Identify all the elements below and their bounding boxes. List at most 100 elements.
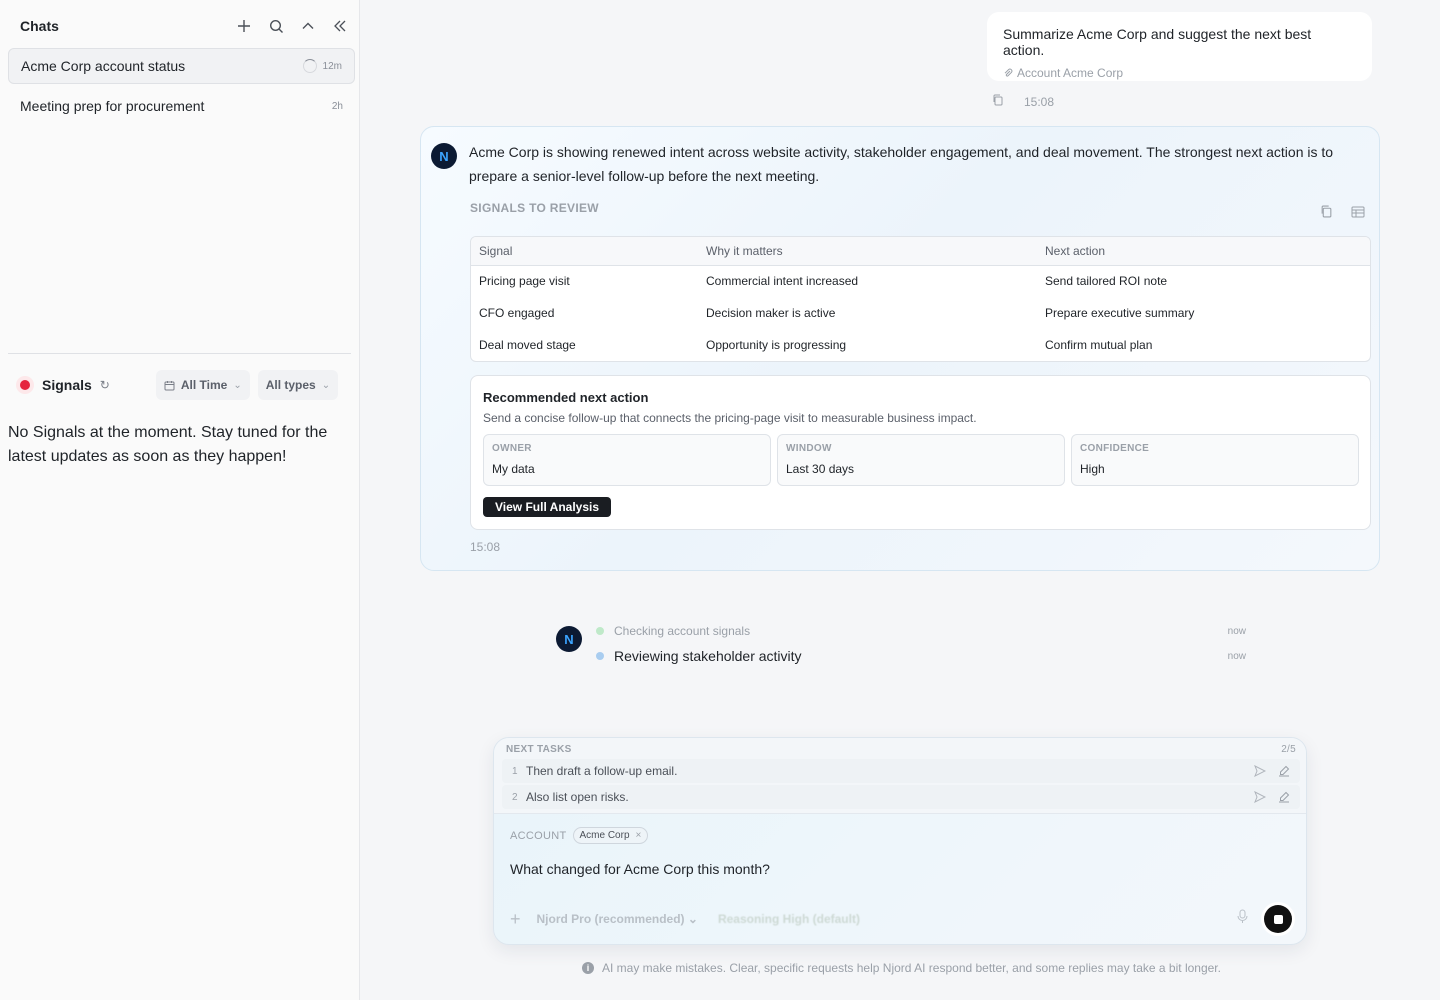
task-number: 1 [512,765,518,777]
chat-item-label: Meeting prep for procurement [20,98,205,114]
table-cell: Opportunity is progressing [706,338,847,352]
task-tools [1254,765,1290,777]
stop-button[interactable] [1264,905,1292,933]
signals-table: Signal Why it matters Next action Pricin… [470,236,1371,362]
user-message: Summarize Acme Corp and suggest the next… [987,12,1372,81]
reasoning-label: Reasoning High (default) [717,912,860,926]
copy-icon[interactable] [992,94,1004,109]
confidence-box: CONFIDENCE High [1071,434,1359,486]
account-chip-label: Acme Corp [579,830,630,841]
chevron-down-icon: ⌄ [687,912,698,926]
table-cell: Decision maker is active [706,306,836,320]
table-cell: Confirm mutual plan [1045,338,1153,352]
chat-main: Summarize Acme Corp and suggest the next… [360,0,1440,1000]
task-item[interactable]: 1 Then draft a follow-up email. [502,759,1300,783]
send-icon[interactable] [1254,791,1266,803]
chevron-down-icon: ⌄ [321,379,331,391]
time-filter-dropdown[interactable]: All Time ⌄ [155,370,250,400]
type-filter-dropdown[interactable]: All types ⌄ [257,370,339,400]
copy-icon[interactable] [1320,205,1333,223]
signals-section-label: SIGNALS TO REVIEW [470,201,599,215]
next-tasks-count: 2/5 [1281,744,1296,755]
microphone-icon[interactable] [1237,909,1248,929]
progress-step: Checking account signals now [596,624,1246,638]
signals-header: Signals ↻ All Time ⌄ All types ⌄ [8,368,351,402]
model-selector[interactable]: Njord Pro (recommended) ⌄ [537,912,698,926]
progress-step-time: now [1227,650,1246,662]
window-label: WINDOW [786,443,832,454]
user-message-meta: 15:08 [992,94,1054,109]
assistant-avatar: N [556,626,582,652]
table-cell: Prepare executive summary [1045,306,1195,320]
table-header-row: Signal Why it matters Next action [471,237,1370,266]
edit-icon[interactable] [1278,765,1290,777]
column-header: Next action [1037,237,1370,266]
table-view-icon[interactable] [1351,205,1365,223]
assistant-avatar: N [431,143,457,169]
step-dot-icon [596,627,604,635]
recommendation-card: Recommended next action Send a concise f… [470,375,1371,530]
signals-status-icon [16,376,34,394]
info-icon: i [582,962,594,974]
model-label: Njord Pro (recommended) [536,912,685,926]
new-chat-icon[interactable] [235,17,253,35]
search-icon[interactable] [267,17,285,35]
chats-actions [235,17,355,35]
next-tasks-panel: NEXT TASKS 2/5 1 Then draft a follow-up … [494,738,1306,814]
signals-empty-message: No Signals at the moment. Stay tuned for… [8,424,328,465]
reasoning-selector[interactable]: Reasoning High (default) [718,912,860,926]
chats-header: Chats [20,16,355,36]
confidence-label: CONFIDENCE [1080,443,1150,454]
owner-label: OWNER [492,443,532,454]
time-filter-label: All Time [180,378,228,392]
view-full-analysis-button[interactable]: View Full Analysis [483,497,612,517]
chat-item-time: 2h [331,100,343,112]
next-tasks-header: NEXT TASKS 2/5 [506,744,1296,755]
progress-step: Reviewing stakeholder activity now [596,648,1246,664]
add-icon[interactable]: + [510,909,521,930]
chevron-down-icon: ⌄ [233,379,242,391]
collapse-up-icon[interactable] [299,17,317,35]
table-row: Pricing page visit Commercial intent inc… [471,265,1370,297]
attachment-chip[interactable]: Account Acme Corp [1003,66,1356,80]
table-cell: CFO engaged [479,306,555,320]
user-message-text: Summarize Acme Corp and suggest the next… [1003,26,1312,58]
close-icon[interactable]: × [636,830,642,841]
assistant-tools [1320,205,1365,223]
signals-title: Signals [42,377,92,393]
chats-title: Chats [20,18,59,34]
recommendation-title: Recommended next action [483,390,649,405]
chat-item-meeting-prep[interactable]: Meeting prep for procurement 2h [8,88,355,124]
progress-status: N Checking account signals now Reviewing… [556,622,1246,672]
collapse-sidebar-icon[interactable] [331,17,349,35]
progress-step-text: Reviewing stakeholder activity [614,648,802,664]
chat-item-label: Acme Corp account status [21,58,186,74]
disclaimer-text: AI may make mistakes. Clear, specific re… [602,961,1221,975]
edit-icon[interactable] [1278,791,1290,803]
refresh-icon[interactable]: ↻ [100,378,110,392]
composer: NEXT TASKS 2/5 1 Then draft a follow-up … [493,737,1307,945]
message-input[interactable]: What changed for Acme Corp this month? [510,861,770,877]
confidence-value: High [1080,462,1105,476]
user-message-time: 15:08 [1024,94,1055,109]
account-context: ACCOUNT Acme Corp × [510,827,649,844]
paperclip-icon [1004,68,1013,77]
table-cell: Commercial intent increased [706,274,859,289]
attachment-label: Account Acme Corp [1017,66,1124,80]
task-text: Then draft a follow-up email. [526,764,678,778]
step-dot-icon [596,652,604,660]
window-value: Last 30 days [786,462,855,476]
table-row: Deal moved stage Opportunity is progress… [471,329,1370,361]
loading-spinner-icon [302,59,317,73]
table-cell: Deal moved stage [479,338,576,352]
table-row: CFO engaged Decision maker is active Pre… [471,297,1370,329]
column-header: Signal [471,237,698,266]
column-header: Why it matters [698,237,1037,266]
assistant-message-text: Acme Corp is showing renewed intent acro… [469,144,1334,184]
task-item[interactable]: 2 Also list open risks. [502,785,1300,809]
chat-item-acme-corp[interactable]: Acme Corp account status 12m [8,48,355,84]
account-chip[interactable]: Acme Corp × [572,827,649,844]
account-label: ACCOUNT [510,829,567,842]
send-icon[interactable] [1254,765,1266,777]
type-filter-label: All types [265,378,316,392]
